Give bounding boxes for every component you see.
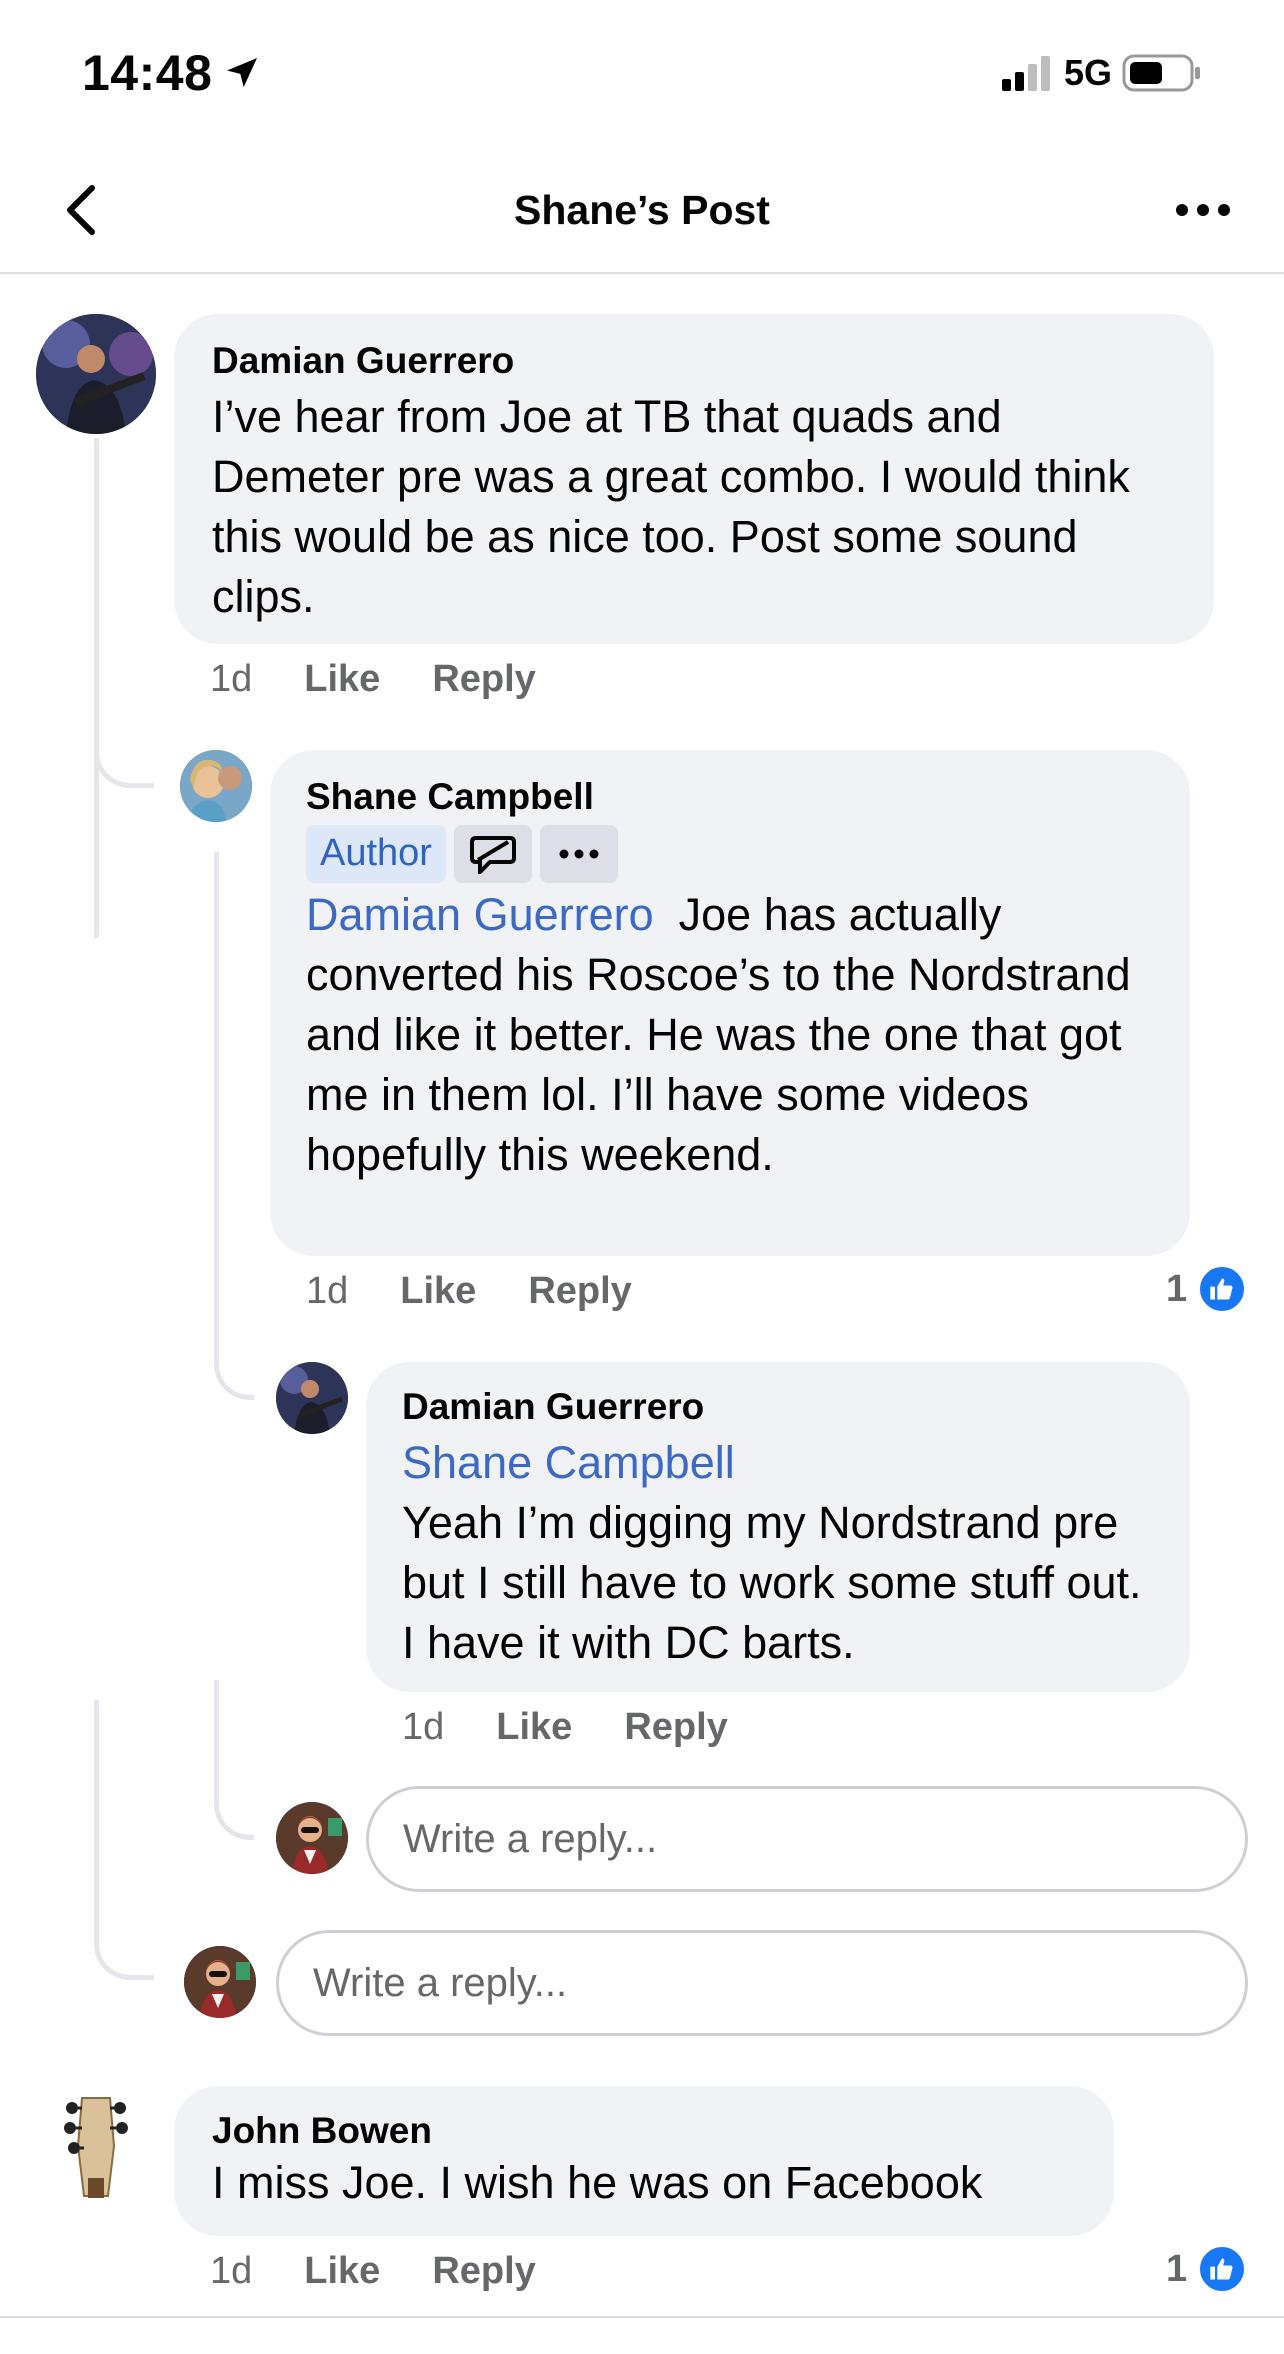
thread-connector bbox=[94, 1700, 154, 1980]
thread-connector bbox=[214, 1680, 254, 1840]
reaction-count: 1 bbox=[1166, 2247, 1188, 2290]
comment-bubble: Shane Campbell Author Damian Guerrero Jo… bbox=[270, 750, 1190, 1256]
conversation-starter-badge[interactable] bbox=[453, 824, 532, 883]
comment-bubble: Damian Guerrero Shane Campbell Yeah I’m … bbox=[366, 1362, 1190, 1692]
reaction-summary[interactable]: 1 bbox=[1166, 1264, 1248, 1314]
comment-author[interactable]: John Bowen bbox=[212, 2110, 1084, 2153]
comment-text: I miss Joe. I wish he was on Facebook bbox=[212, 2156, 983, 2208]
battery-icon bbox=[1122, 54, 1200, 92]
comment-text: I’ve hear from Joe at TB that quads and … bbox=[212, 390, 1130, 622]
more-options-button[interactable] bbox=[1168, 180, 1238, 240]
avatar-image bbox=[180, 750, 252, 822]
thumbs-up-icon bbox=[1197, 2244, 1248, 2294]
comment-author[interactable]: Shane Campbell bbox=[306, 776, 1156, 819]
comment-time[interactable]: 1d bbox=[210, 2250, 252, 2293]
more-dots-icon bbox=[1176, 204, 1230, 216]
thumbs-up-icon bbox=[1197, 1264, 1248, 1314]
network-label: 5G bbox=[1063, 52, 1112, 93]
author-badge: Author bbox=[306, 824, 446, 883]
current-user-avatar bbox=[276, 1802, 348, 1874]
reply-button[interactable]: Reply bbox=[432, 2250, 535, 2293]
avatar[interactable] bbox=[276, 1362, 348, 1434]
like-button[interactable]: Like bbox=[304, 658, 380, 701]
comment-time[interactable]: 1d bbox=[306, 1270, 348, 1313]
comment-actions: 1d Like Reply bbox=[210, 658, 588, 701]
reply-button[interactable]: Reply bbox=[528, 1270, 631, 1313]
comment-text: Damian Guerrero Joe has actually convert… bbox=[306, 885, 1156, 1185]
location-arrow-icon bbox=[227, 58, 258, 88]
mention-link[interactable]: Shane Campbell bbox=[402, 1433, 1160, 1493]
thread-line-main bbox=[94, 438, 99, 938]
reaction-count: 1 bbox=[1166, 1267, 1188, 1310]
avatar[interactable] bbox=[36, 314, 156, 434]
comment-bubble: John Bowen I miss Joe. I wish he was on … bbox=[174, 2086, 1114, 2236]
reply-input[interactable]: Write a reply... bbox=[366, 1786, 1248, 1892]
comment-actions: 1d Like Reply bbox=[210, 2250, 588, 2293]
thread-connector bbox=[94, 690, 154, 788]
reply-button[interactable]: Reply bbox=[432, 658, 535, 701]
like-button[interactable]: Like bbox=[496, 1706, 572, 1749]
badge-row: Author bbox=[306, 824, 1156, 883]
comment-author[interactable]: Damian Guerrero bbox=[212, 340, 1178, 383]
current-user-avatar bbox=[184, 1946, 256, 2018]
page-title: Shane’s Post bbox=[514, 187, 770, 233]
bottom-divider bbox=[0, 2316, 1284, 2318]
reply-button[interactable]: Reply bbox=[624, 1706, 727, 1749]
mention-link[interactable]: Damian Guerrero bbox=[306, 889, 654, 940]
thread-line-nested bbox=[214, 852, 219, 1352]
reaction-summary[interactable]: 1 bbox=[1166, 2244, 1248, 2294]
avatar-image bbox=[276, 1362, 348, 1434]
reply-input[interactable]: Write a reply... bbox=[276, 1930, 1248, 2036]
avatar-image bbox=[184, 1946, 256, 2018]
comment-actions: 1d Like Reply bbox=[306, 1270, 684, 1313]
status-time: 14:48 bbox=[82, 45, 213, 101]
more-badges-button[interactable] bbox=[539, 824, 618, 883]
speech-bubble-icon bbox=[469, 835, 516, 874]
avatar-image bbox=[36, 314, 156, 434]
avatar-image bbox=[36, 2086, 156, 2206]
more-dots-icon bbox=[559, 849, 599, 859]
comment-time[interactable]: 1d bbox=[210, 658, 252, 701]
comment-text: Yeah I’m digging my Nordstrand pre but I… bbox=[402, 1496, 1142, 1668]
comment-bubble: Damian Guerrero I’ve hear from Joe at TB… bbox=[174, 314, 1214, 644]
avatar[interactable] bbox=[180, 750, 252, 822]
avatar[interactable] bbox=[36, 2086, 156, 2206]
signal-icon bbox=[1001, 56, 1050, 91]
like-button[interactable]: Like bbox=[400, 1270, 476, 1313]
comment-actions: 1d Like Reply bbox=[402, 1706, 780, 1749]
comment-author[interactable]: Damian Guerrero bbox=[402, 1386, 1160, 1429]
thread-connector bbox=[214, 1300, 254, 1400]
post-header: Shane’s Post bbox=[0, 150, 1284, 274]
avatar-image bbox=[276, 1802, 348, 1874]
like-button[interactable]: Like bbox=[304, 2250, 380, 2293]
comment-time[interactable]: 1d bbox=[402, 1706, 444, 1749]
